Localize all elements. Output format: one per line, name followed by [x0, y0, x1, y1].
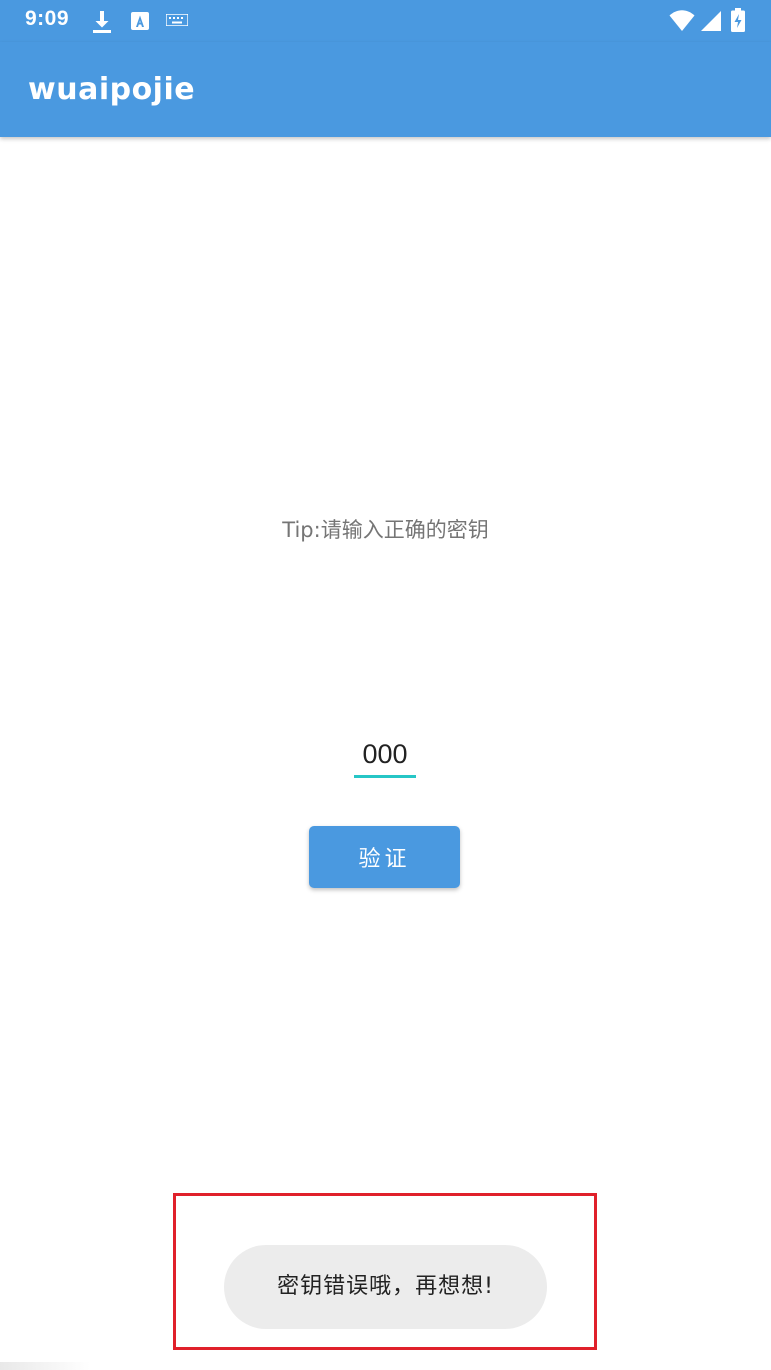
tip-text: Tip:请输入正确的密钥	[282, 518, 489, 542]
key-input[interactable]	[354, 734, 416, 778]
verify-button[interactable]: 验证	[309, 826, 460, 888]
battery-charging-icon	[731, 8, 745, 32]
toast-message: 密钥错误哦，再想想!	[224, 1245, 547, 1329]
nav-gesture-hint	[0, 1362, 90, 1370]
app-title: wuaipojie	[28, 72, 196, 107]
status-bar: 9:09	[0, 0, 771, 42]
app-bar: wuaipojie	[0, 42, 771, 137]
keyboard-icon	[166, 14, 188, 26]
autofill-a-icon	[131, 12, 149, 30]
wifi-icon	[669, 10, 695, 31]
cell-signal-icon	[701, 11, 721, 31]
download-icon	[93, 11, 111, 33]
status-time: 9:09	[25, 7, 70, 30]
